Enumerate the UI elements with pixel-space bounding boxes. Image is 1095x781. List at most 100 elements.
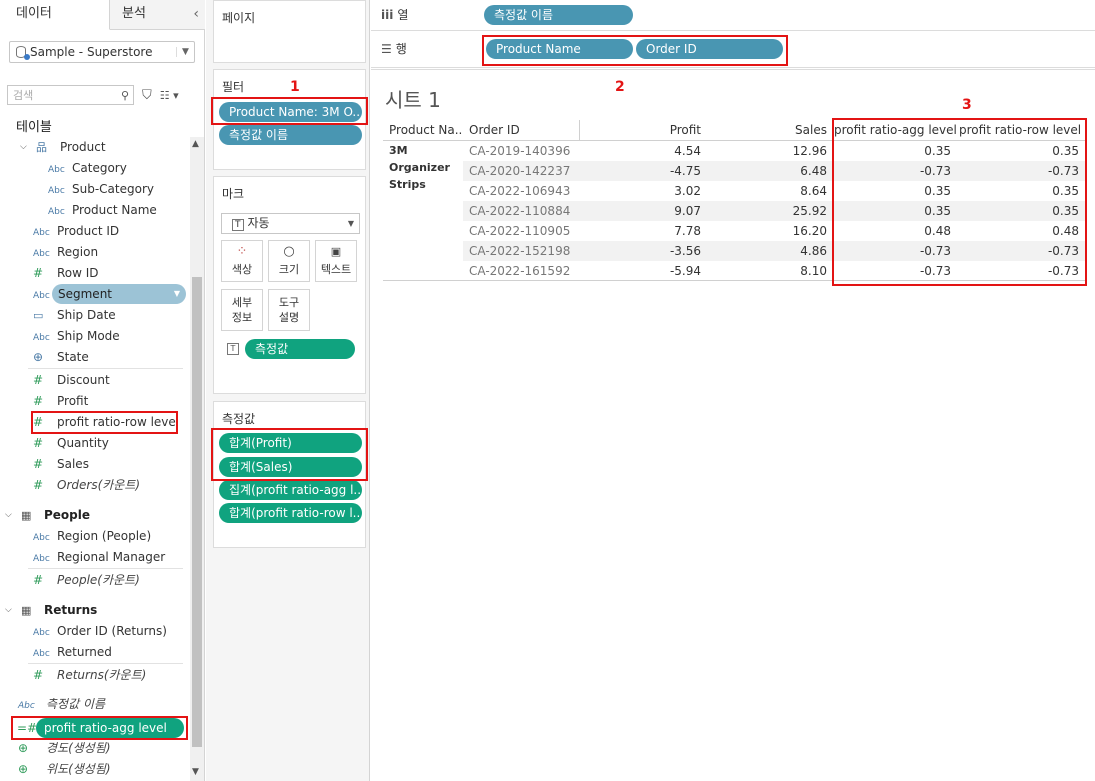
header-profit-ratio-row[interactable]: profit ratio-row level (959, 120, 1081, 140)
profit-cell[interactable]: 7.78 (579, 221, 701, 241)
table-row[interactable]: CA-2022-106943 3.02 8.64 0.35 0.35 (463, 181, 1087, 201)
color-button[interactable]: ⁘ 색상 (221, 240, 263, 282)
header-order-id[interactable]: Order ID (469, 120, 520, 140)
field-measure-names[interactable]: Abc 측정값 이름 (18, 694, 105, 715)
field-people-count[interactable]: # People(카운트) (33, 570, 140, 591)
chevron-down-icon[interactable]: ▼ (176, 47, 194, 57)
measure-pill-sum-profit[interactable]: 합계(Profit) (219, 433, 362, 453)
datasource-select[interactable]: Sample - Superstore ▼ (9, 41, 195, 63)
size-button[interactable]: ○ 크기 (268, 240, 310, 282)
profit-cell[interactable]: -3.56 (579, 241, 701, 261)
table-row[interactable]: CA-2022-161592 -5.94 8.10 -0.73 -0.73 (463, 261, 1087, 281)
view-options-icon[interactable]: ☷ ▾ (160, 89, 179, 102)
profit-ratio-row-cell[interactable]: 0.48 (957, 221, 1079, 241)
field-order-id-returns[interactable]: Abc Order ID (Returns) (33, 621, 167, 642)
field-sales[interactable]: # Sales (33, 454, 89, 475)
profit-ratio-agg-cell[interactable]: 0.35 (833, 201, 951, 221)
tab-data[interactable]: 데이터 (0, 0, 110, 30)
columns-pill-measure-names[interactable]: 측정값 이름 (484, 5, 633, 25)
table-row[interactable]: CA-2020-142237 -4.75 6.48 -0.73 -0.73 (463, 161, 1087, 181)
profit-ratio-agg-cell[interactable]: 0.35 (833, 181, 951, 201)
sales-cell[interactable]: 8.64 (703, 181, 827, 201)
collapse-arrow-icon[interactable]: ⌵ (5, 510, 12, 520)
header-sales[interactable]: Sales (703, 120, 827, 140)
order-id-cell[interactable]: CA-2022-152198 (469, 241, 570, 261)
sales-cell[interactable]: 16.20 (703, 221, 827, 241)
profit-cell[interactable]: -4.75 (579, 161, 701, 181)
scroll-up-icon[interactable]: ▲ (192, 139, 199, 149)
sales-cell[interactable]: 6.48 (703, 161, 827, 181)
columns-shelf[interactable]: iii 열 측정값 이름 (371, 0, 1095, 31)
order-id-cell[interactable]: CA-2022-110884 (469, 201, 570, 221)
header-profit-ratio-agg[interactable]: profit ratio-agg level (834, 120, 957, 140)
filter-pill-product-name[interactable]: Product Name: 3M O.. (219, 102, 362, 122)
field-latitude[interactable]: ⊕ 위도(생성됨) (18, 759, 111, 780)
field-category[interactable]: Abc Category (48, 158, 127, 179)
field-product-name[interactable]: Abc Product Name (48, 200, 157, 221)
segment-pill[interactable]: Segment ▼ (52, 284, 186, 304)
field-discount[interactable]: # Discount (33, 370, 110, 391)
order-id-cell[interactable]: CA-2019-140396 (469, 141, 570, 161)
field-profit-ratio-row-level[interactable]: # profit ratio-row level (33, 412, 179, 433)
rows-pill-product-name[interactable]: Product Name (486, 39, 633, 59)
order-id-cell[interactable]: CA-2022-106943 (469, 181, 570, 201)
search-icon[interactable]: ⚲ (121, 89, 129, 102)
profit-ratio-agg-cell[interactable]: -0.73 (833, 161, 951, 181)
profit-cell[interactable]: -5.94 (579, 261, 701, 281)
sheet-title[interactable]: 시트 1 (385, 84, 441, 113)
field-regional-manager[interactable]: Abc Regional Manager (33, 547, 165, 568)
field-returned[interactable]: Abc Returned (33, 642, 112, 663)
scroll-down-icon[interactable]: ▼ (192, 767, 199, 777)
profit-cell[interactable]: 3.02 (579, 181, 701, 201)
field-region-people[interactable]: Abc Region (People) (33, 526, 151, 547)
text-button[interactable]: ▣ 텍스트 (315, 240, 357, 282)
collapse-arrow-icon[interactable]: ⌵ (20, 142, 27, 152)
profit-ratio-agg-cell[interactable]: -0.73 (833, 261, 951, 281)
rows-pill-order-id[interactable]: Order ID (636, 39, 783, 59)
field-region[interactable]: Abc Region (33, 242, 98, 263)
mark-type-select[interactable]: T 자동 ▼ (221, 213, 360, 234)
filter-icon[interactable]: ⛉ (142, 88, 152, 103)
field-ship-mode[interactable]: Abc Ship Mode (33, 326, 120, 347)
table-row[interactable]: CA-2022-110905 7.78 16.20 0.48 0.48 (463, 221, 1087, 241)
profit-ratio-row-cell[interactable]: 0.35 (957, 201, 1079, 221)
filter-pill-measure-names[interactable]: 측정값 이름 (219, 125, 362, 145)
profit-ratio-agg-cell[interactable]: 0.48 (833, 221, 951, 241)
field-longitude[interactable]: ⊕ 경도(생성됨) (18, 738, 111, 759)
profit-ratio-agg-cell[interactable]: 0.35 (833, 141, 951, 161)
profit-ratio-row-cell[interactable]: -0.73 (957, 241, 1079, 261)
field-returns-count[interactable]: # Returns(카운트) (33, 665, 146, 686)
table-row[interactable]: CA-2019-140396 4.54 12.96 0.35 0.35 (463, 141, 1087, 161)
rows-shelf[interactable]: ☰ 행 Product Name Order ID (371, 32, 1095, 68)
measure-pill-sum-row-ratio[interactable]: 합계(profit ratio-row l.. (219, 503, 362, 523)
field-profit[interactable]: # Profit (33, 391, 88, 412)
order-id-cell[interactable]: CA-2022-161592 (469, 261, 570, 281)
search-input[interactable]: 검색 ⚲ (7, 85, 134, 105)
table-row[interactable]: CA-2022-152198 -3.56 4.86 -0.73 -0.73 (463, 241, 1087, 261)
profit-cell[interactable]: 9.07 (579, 201, 701, 221)
profit-ratio-row-cell[interactable]: -0.73 (957, 261, 1079, 281)
field-row-id[interactable]: # Row ID (33, 263, 99, 284)
product-name-cell[interactable]: 3M Organizer Strips (389, 142, 459, 193)
marks-pill-measure-values[interactable]: 측정값 (245, 339, 355, 359)
profit-ratio-row-cell[interactable]: -0.73 (957, 161, 1079, 181)
field-state[interactable]: ⊕ State (33, 347, 89, 368)
field-sub-category[interactable]: Abc Sub-Category (48, 179, 154, 200)
header-product-name[interactable]: Product Na.. (389, 120, 462, 140)
collapse-pane-icon[interactable]: ‹ (193, 0, 199, 28)
sales-cell[interactable]: 4.86 (703, 241, 827, 261)
data-pane-scrollbar[interactable]: ▲ ▼ (190, 137, 204, 781)
profit-ratio-row-cell[interactable]: 0.35 (957, 181, 1079, 201)
field-product-id[interactable]: Abc Product ID (33, 221, 119, 242)
measure-pill-sum-sales[interactable]: 합계(Sales) (219, 457, 362, 477)
order-id-cell[interactable]: CA-2022-110905 (469, 221, 570, 241)
field-orders-count[interactable]: # Orders(카운트) (33, 475, 140, 496)
profit-ratio-agg-cell[interactable]: -0.73 (833, 241, 951, 261)
scrollbar-thumb[interactable] (192, 277, 202, 747)
hierarchy-product[interactable]: 品 Product (36, 137, 106, 158)
order-id-cell[interactable]: CA-2020-142237 (469, 161, 570, 181)
tab-analysis[interactable]: 분석 ‹ (110, 0, 205, 30)
sales-cell[interactable]: 25.92 (703, 201, 827, 221)
field-ship-date[interactable]: ▭ Ship Date (33, 305, 116, 326)
field-profit-ratio-agg-level[interactable]: profit ratio-agg level (36, 718, 184, 738)
